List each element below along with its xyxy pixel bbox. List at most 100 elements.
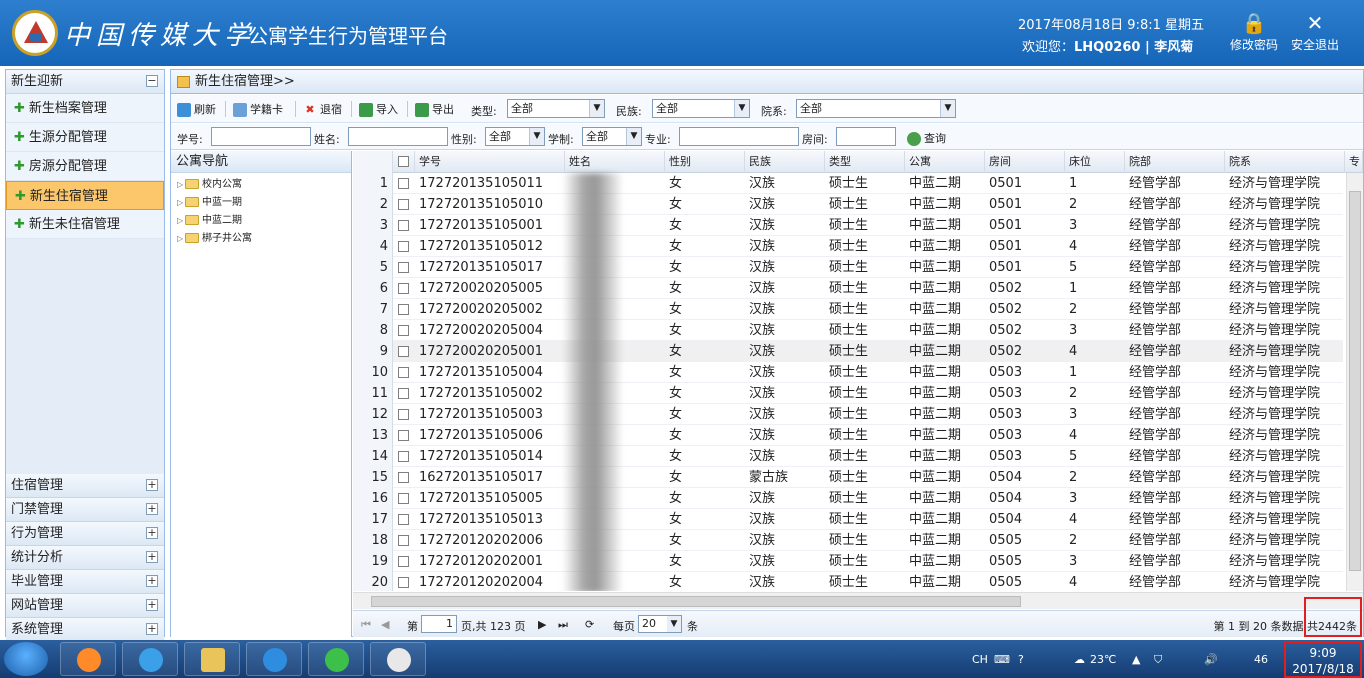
row-checkbox[interactable]	[393, 530, 415, 551]
sidebar-section-behavior[interactable]: 行为管理 +	[6, 522, 164, 546]
expand-icon[interactable]: +	[146, 623, 158, 635]
col-header[interactable]: 房间	[985, 151, 1065, 173]
select-all-checkbox[interactable]	[393, 151, 415, 173]
table-row[interactable]: 13 172720135105006 女 汉族 硕士生 中蓝二期 0503 4 经管学部 经济与管…	[353, 425, 1343, 446]
table-row[interactable]: 12 172720135105003 女 汉族 硕士生 中蓝二期 0503 3 经管学部 经济与管…	[353, 404, 1343, 425]
type-select[interactable]: 全部 ▼	[507, 99, 605, 118]
reload-icon[interactable]: ⟳	[585, 618, 594, 631]
col-header[interactable]: 床位	[1065, 151, 1125, 173]
input-language[interactable]: CH	[972, 653, 988, 666]
expand-arrow-icon[interactable]: ▷	[177, 176, 185, 194]
sidebar-section-freshmen[interactable]: 新生迎新 −	[6, 70, 164, 94]
logout-button[interactable]: ✕ 安全退出	[1291, 10, 1339, 53]
table-row[interactable]: 17 172720135105013 女 汉族 硕士生 中蓝二期 0504 4 经管学部 经济与管…	[353, 509, 1343, 530]
row-checkbox[interactable]	[393, 509, 415, 530]
weather-icon[interactable]: ☁	[1074, 653, 1085, 666]
notification-badge[interactable]: 46	[1254, 653, 1268, 666]
expand-icon[interactable]: +	[146, 527, 158, 539]
table-row[interactable]: 1 172720135105011 女 汉族 硕士生 中蓝二期 0501 1 经管学部 经济与管理…	[353, 173, 1343, 194]
col-header[interactable]: 学号	[415, 151, 565, 173]
col-header[interactable]: 类型	[825, 151, 905, 173]
sidebar-item-source-allocation[interactable]: ✚ 生源分配管理	[6, 123, 164, 152]
row-checkbox[interactable]	[393, 425, 415, 446]
row-checkbox[interactable]	[393, 467, 415, 488]
prev-page-icon[interactable]: ◀	[381, 618, 389, 631]
row-checkbox[interactable]	[393, 320, 415, 341]
expand-icon[interactable]: +	[146, 479, 158, 491]
row-checkbox[interactable]	[393, 383, 415, 404]
col-header[interactable]: 专	[1345, 151, 1363, 173]
gender-select[interactable]: 全部 ▼	[485, 127, 545, 146]
tree-node[interactable]: ▷ 梆子井公寓	[171, 230, 351, 248]
table-row[interactable]: 4 172720135105012 女 汉族 硕士生 中蓝二期 0501 4 经管学部 经济与管理…	[353, 236, 1343, 257]
col-header[interactable]: 姓名	[565, 151, 665, 173]
start-button[interactable]	[4, 642, 48, 676]
table-row[interactable]: 8 172720020205004 女 汉族 硕士生 中蓝二期 0502 3 经管学部 经济与管理…	[353, 320, 1343, 341]
first-page-icon[interactable]: ⏮	[361, 618, 371, 632]
expand-icon[interactable]: +	[146, 599, 158, 611]
taskbar-app[interactable]	[246, 642, 302, 676]
collapse-icon[interactable]: −	[146, 75, 158, 87]
expand-icon[interactable]: +	[146, 551, 158, 563]
row-checkbox[interactable]	[393, 404, 415, 425]
temperature[interactable]: 23℃	[1090, 653, 1116, 666]
nation-select[interactable]: 全部 ▼	[652, 99, 750, 118]
expand-arrow-icon[interactable]: ▷	[177, 194, 185, 212]
sidebar-section-access[interactable]: 门禁管理 +	[6, 498, 164, 522]
student-id-input[interactable]	[211, 127, 311, 146]
col-header[interactable]: 院部	[1125, 151, 1225, 173]
table-row[interactable]: 16 172720135105005 女 汉族 硕士生 中蓝二期 0504 3 经管学部 经济与管…	[353, 488, 1343, 509]
row-checkbox[interactable]	[393, 278, 415, 299]
row-checkbox[interactable]	[393, 236, 415, 257]
sidebar-item-room-allocation[interactable]: ✚ 房源分配管理	[6, 152, 164, 181]
show-hidden-icon[interactable]: ▲	[1132, 653, 1140, 666]
table-row[interactable]: 2 172720135105010 女 汉族 硕士生 中蓝二期 0501 2 经管学部 经济与管理…	[353, 194, 1343, 215]
table-row[interactable]: 11 172720135105002 女 汉族 硕士生 中蓝二期 0503 2 经管学部 经济与管…	[353, 383, 1343, 404]
table-row[interactable]: 6 172720020205005 女 汉族 硕士生 中蓝二期 0502 1 经管学部 经济与管理…	[353, 278, 1343, 299]
sidebar-item-freshman-housing[interactable]: ✚ 新生住宿管理	[6, 181, 164, 210]
page-size-select[interactable]: 20 ▼	[638, 615, 682, 633]
scroll-thumb[interactable]	[1349, 191, 1361, 571]
col-header[interactable]: 院系	[1225, 151, 1345, 173]
export-button[interactable]: 导出	[415, 101, 454, 117]
table-row[interactable]: 14 172720135105014 女 汉族 硕士生 中蓝二期 0503 5 经管学部 经济与管…	[353, 446, 1343, 467]
checkout-button[interactable]: ✖ 退宿	[303, 101, 342, 117]
last-page-icon[interactable]: ⏭	[558, 618, 568, 632]
sidebar-item-freshman-not-housed[interactable]: ✚ 新生未住宿管理	[6, 210, 164, 239]
table-row[interactable]: 7 172720020205002 女 汉族 硕士生 中蓝二期 0502 2 经管学部 经济与管理…	[353, 299, 1343, 320]
col-header[interactable]: 公寓	[905, 151, 985, 173]
row-checkbox[interactable]	[393, 446, 415, 467]
taskbar-app[interactable]	[122, 642, 178, 676]
tree-node[interactable]: ▷ 校内公寓	[171, 176, 351, 194]
tree-node[interactable]: ▷ 中蓝一期	[171, 194, 351, 212]
col-header[interactable]: 民族	[745, 151, 825, 173]
expand-arrow-icon[interactable]: ▷	[177, 230, 185, 248]
row-checkbox[interactable]	[393, 572, 415, 591]
scroll-thumb[interactable]	[371, 596, 1021, 607]
table-row[interactable]: 18 172720120202006 女 汉族 硕士生 中蓝二期 0505 2 经管学部 经济与管…	[353, 530, 1343, 551]
page-number-input[interactable]: 1	[421, 615, 457, 633]
vertical-scrollbar[interactable]	[1346, 173, 1363, 591]
row-checkbox[interactable]	[393, 341, 415, 362]
department-select[interactable]: 全部 ▼	[796, 99, 956, 118]
sidebar-section-housing[interactable]: 住宿管理 +	[6, 474, 164, 498]
major-input[interactable]	[679, 127, 799, 146]
room-input[interactable]	[836, 127, 896, 146]
expand-arrow-icon[interactable]: ▷	[177, 212, 185, 230]
taskbar-clock[interactable]: 9:09 2017/8/18	[1284, 641, 1362, 678]
system-select[interactable]: 全部 ▼	[582, 127, 642, 146]
help-icon[interactable]: ?	[1018, 653, 1024, 666]
student-card-button[interactable]: 学籍卡	[233, 101, 283, 117]
keyboard-icon[interactable]: ⌨	[994, 653, 1010, 666]
expand-icon[interactable]: +	[146, 575, 158, 587]
table-row[interactable]: 9 172720020205001 女 汉族 硕士生 中蓝二期 0502 4 经管学部 经济与管理…	[353, 341, 1343, 362]
volume-icon[interactable]: 🔊	[1204, 653, 1218, 666]
table-row[interactable]: 20 172720120202004 女 汉族 硕士生 中蓝二期 0505 4 经管学部 经济与管…	[353, 572, 1343, 591]
row-checkbox[interactable]	[393, 299, 415, 320]
table-row[interactable]: 19 172720120202001 女 汉族 硕士生 中蓝二期 0505 3 经管学部 经济与管…	[353, 551, 1343, 572]
table-row[interactable]: 5 172720135105017 女 汉族 硕士生 中蓝二期 0501 5 经管学部 经济与管理…	[353, 257, 1343, 278]
row-checkbox[interactable]	[393, 173, 415, 194]
tree-node[interactable]: ▷ 中蓝二期	[171, 212, 351, 230]
import-button[interactable]: 导入	[359, 101, 398, 117]
expand-icon[interactable]: +	[146, 503, 158, 515]
